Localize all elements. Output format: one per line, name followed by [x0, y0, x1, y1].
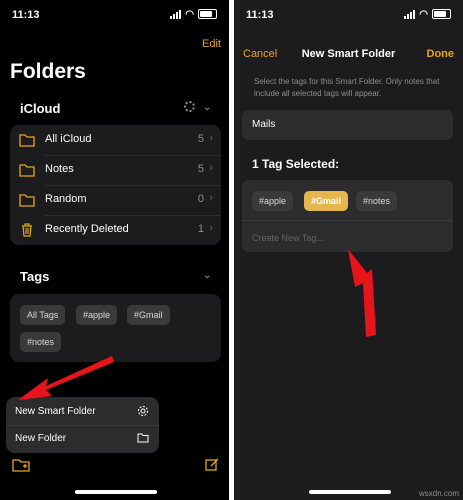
battery-icon [198, 9, 217, 19]
status-bar: 11:13 ◠ [12, 8, 217, 24]
battery-icon [432, 9, 451, 19]
folder-label: All iCloud [45, 133, 92, 145]
edit-button[interactable]: Edit [202, 38, 221, 50]
tag-chip[interactable]: #notes [20, 332, 62, 352]
new-folder-icon[interactable] [12, 458, 30, 472]
folder-count: 1 [197, 223, 204, 235]
tag-browser: All Tags #apple #Gmail #notes [10, 294, 221, 362]
icloud-section-header[interactable]: iCloud [20, 101, 60, 116]
watermark: wsxdn.com [418, 489, 459, 498]
menu-divider [6, 425, 159, 426]
folder-row-random[interactable]: Random 0 › [10, 185, 221, 215]
status-time: 11:13 [246, 9, 274, 21]
status-bar: 11:13 ◠ [246, 8, 451, 24]
trash-icon [22, 223, 32, 237]
new-folder-menu: New Smart Folder New Folder [6, 397, 159, 453]
tag-chip[interactable]: #apple [76, 305, 118, 325]
tag-selector: #apple #Gmail #notes Create New Tag... [242, 180, 453, 252]
folders-screen: 11:13 ◠ Edit Folders iCloud ⌄ All iCloud… [0, 0, 229, 500]
wifi-icon: ◠ [419, 8, 428, 20]
folder-icon [19, 134, 35, 147]
wifi-icon: ◠ [185, 8, 194, 20]
chevron-down-icon[interactable]: ⌄ [203, 102, 211, 113]
new-smart-folder-screen: 11:13 ◠ Cancel New Smart Folder Done Sel… [234, 0, 463, 500]
folder-name-value: Mails [252, 119, 276, 130]
tags-section-header[interactable]: Tags [20, 269, 49, 284]
chevron-right-icon: › [209, 132, 213, 144]
create-tag-input[interactable]: Create New Tag... [252, 233, 324, 243]
folder-count: 5 [197, 133, 204, 145]
folder-label: Recently Deleted [45, 223, 129, 235]
tag-chip-notes[interactable]: #notes [356, 191, 398, 211]
folder-icon [19, 164, 35, 177]
folder-count: 5 [197, 163, 204, 175]
tag-chip-apple[interactable]: #apple [252, 191, 294, 211]
chevron-right-icon: › [209, 162, 213, 174]
folder-list: All iCloud 5 › Notes 5 › Random 0 › Rece… [10, 125, 221, 245]
status-time: 11:13 [12, 9, 40, 21]
chevron-right-icon: › [209, 222, 213, 234]
tag-chip[interactable]: All Tags [20, 305, 66, 325]
new-smart-folder-item[interactable]: New Smart Folder [15, 406, 96, 417]
folder-label: Notes [45, 163, 74, 175]
loading-spinner-icon [184, 101, 195, 112]
folder-icon [19, 194, 35, 207]
new-folder-item[interactable]: New Folder [15, 433, 66, 444]
selected-count-header: 1 Tag Selected: [252, 157, 340, 171]
home-indicator [309, 490, 391, 494]
done-button[interactable]: Done [427, 48, 455, 60]
page-title: Folders [10, 60, 86, 83]
folder-name-input[interactable]: Mails [242, 110, 453, 140]
chevron-right-icon: › [209, 192, 213, 204]
instructions-text: Select the tags for this Smart Folder. O… [254, 77, 440, 98]
chevron-down-icon[interactable]: ⌄ [203, 270, 211, 281]
folder-count: 0 [197, 193, 204, 205]
tag-chip-gmail-selected[interactable]: #Gmail [304, 191, 349, 211]
gear-icon [138, 406, 148, 416]
status-icons: ◠ [170, 9, 217, 19]
pointer-arrow-icon [348, 249, 376, 337]
signal-icon [170, 9, 182, 19]
folder-label: Random [45, 193, 87, 205]
compose-icon[interactable] [205, 457, 220, 472]
folder-row-notes[interactable]: Notes 5 › [10, 155, 221, 185]
home-indicator [75, 490, 157, 494]
signal-icon [404, 9, 416, 19]
tag-divider [242, 220, 453, 221]
status-icons: ◠ [404, 9, 451, 19]
folder-row-recently-deleted[interactable]: Recently Deleted 1 › [10, 215, 221, 245]
folder-icon [137, 433, 149, 443]
folder-row-all-icloud[interactable]: All iCloud 5 › [10, 125, 221, 155]
tag-chip[interactable]: #Gmail [127, 305, 170, 325]
